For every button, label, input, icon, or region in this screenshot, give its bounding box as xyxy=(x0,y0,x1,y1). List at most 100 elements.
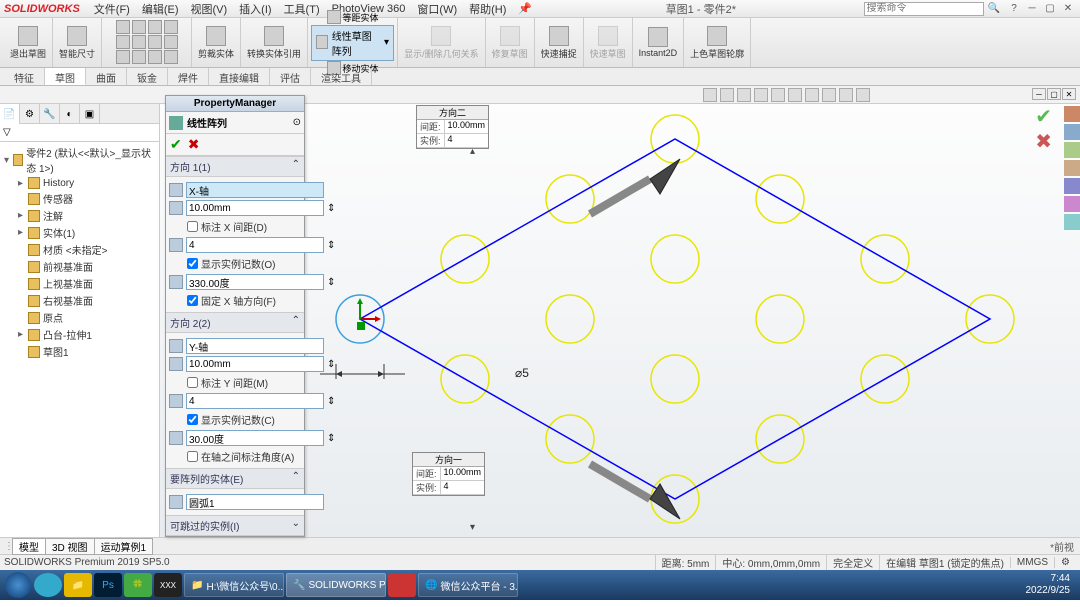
d1-angle-input[interactable] xyxy=(186,274,324,290)
tab-3dview[interactable]: 3D 视图 xyxy=(45,538,95,555)
spinner-icon[interactable]: ⇕ xyxy=(327,240,335,251)
appearances-tab-icon[interactable] xyxy=(1064,178,1080,194)
tree-item[interactable]: ▸History xyxy=(16,176,157,190)
d1-spacing-input[interactable] xyxy=(186,200,324,216)
spinner-icon[interactable]: ⇕ xyxy=(327,396,335,407)
d2-show-checkbox[interactable] xyxy=(187,414,198,425)
status-units[interactable]: MMGS xyxy=(1010,557,1054,568)
menu-window[interactable]: 窗口(W) xyxy=(411,1,463,17)
tab-surfaces[interactable]: 曲面 xyxy=(86,68,127,85)
convert-button[interactable]: 转换实体引用 xyxy=(244,25,304,61)
tree-tab-property-icon[interactable]: ⚙ xyxy=(20,104,40,124)
forum-tab-icon[interactable] xyxy=(1064,214,1080,230)
exit-sketch-button[interactable]: 退出草图 xyxy=(7,25,49,61)
tab-render[interactable]: 渲染工具 xyxy=(311,68,372,85)
menu-file[interactable]: 文件(F) xyxy=(88,1,136,17)
tab-evaluate[interactable]: 评估 xyxy=(270,68,311,85)
taskbar-clock[interactable]: 7:442022/9/25 xyxy=(1020,573,1077,597)
taskbar-task[interactable]: 📁 H:\微信公众号\0... xyxy=(184,573,284,597)
plane-tool-icon[interactable] xyxy=(164,50,178,64)
menu-edit[interactable]: 编辑(E) xyxy=(136,1,185,17)
section-view-icon[interactable] xyxy=(754,88,768,102)
tree-item[interactable]: ▸凸台-拉伸1 xyxy=(16,326,157,343)
d2-axis-input[interactable] xyxy=(186,338,324,354)
taskbar-task[interactable]: 🌐 微信公众平台 - 3... xyxy=(418,573,518,597)
tree-item[interactable]: 前视基准面 xyxy=(16,258,157,275)
close-icon[interactable]: ✕ xyxy=(1060,2,1076,16)
zoom-fit-icon[interactable] xyxy=(703,88,717,102)
rect-tool-icon[interactable] xyxy=(116,35,130,49)
custom-props-tab-icon[interactable] xyxy=(1064,196,1080,212)
tab-weldments[interactable]: 焊件 xyxy=(168,68,209,85)
line-tool-icon[interactable] xyxy=(116,20,130,34)
tree-item[interactable]: 传感器 xyxy=(16,190,157,207)
menu-tools[interactable]: 工具(T) xyxy=(278,1,326,17)
ellipse-tool-icon[interactable] xyxy=(148,35,162,49)
doc-close-icon[interactable]: ✕ xyxy=(1062,88,1076,100)
menu-help[interactable]: 帮助(H) xyxy=(463,1,512,17)
search-input[interactable] xyxy=(864,2,984,16)
spinner-icon[interactable]: ⇕ xyxy=(327,359,335,370)
d1-show-checkbox[interactable] xyxy=(187,258,198,269)
linear-pattern-dropdown[interactable]: 线性草图阵列▾ xyxy=(311,25,394,61)
taskbar-app-icon[interactable]: XXX xyxy=(154,573,182,597)
cancel-sketch-icon[interactable]: ✖ xyxy=(1035,129,1052,154)
resources-tab-icon[interactable] xyxy=(1064,106,1080,122)
tab-motion[interactable]: 运动算例1 xyxy=(94,538,154,555)
tab-direct-edit[interactable]: 直接编辑 xyxy=(209,68,270,85)
direction-2-callout[interactable]: 方向二 间距:10.00mm 实例:4 xyxy=(416,105,489,149)
tree-item[interactable]: ▸注解 xyxy=(16,207,157,224)
spinner-icon[interactable]: ⇕ xyxy=(327,203,335,214)
tab-model[interactable]: 模型 xyxy=(12,538,46,555)
prev-view-icon[interactable] xyxy=(737,88,751,102)
taskbar-app-icon[interactable] xyxy=(34,573,62,597)
taskbar-app-icon[interactable] xyxy=(388,573,416,597)
direction-icon[interactable] xyxy=(169,339,183,353)
taskbar-app-icon[interactable]: 🍀 xyxy=(124,573,152,597)
entities-input[interactable] xyxy=(186,494,324,510)
pm-pushpin-icon[interactable]: ⊙ xyxy=(293,117,301,128)
shaded-contour-button[interactable]: 上色草图轮廓 xyxy=(687,25,747,61)
direction-icon[interactable] xyxy=(169,183,183,197)
start-button[interactable] xyxy=(4,573,32,597)
file-explorer-tab-icon[interactable] xyxy=(1064,142,1080,158)
tree-item[interactable]: 原点 xyxy=(16,309,157,326)
d1-count-input[interactable] xyxy=(186,237,324,253)
spinner-icon[interactable]: ⇕ xyxy=(327,277,335,288)
view-orient-icon[interactable] xyxy=(771,88,785,102)
quick-snap-button[interactable]: 快速捕捉 xyxy=(538,25,580,61)
collapse-icon[interactable]: ⌃ xyxy=(292,159,300,174)
status-settings-icon[interactable]: ⚙ xyxy=(1054,557,1076,568)
fillet-tool-icon[interactable] xyxy=(132,50,146,64)
d1-axis-input[interactable] xyxy=(186,182,324,198)
d2-rotate-checkbox[interactable] xyxy=(187,451,198,462)
tab-sheetmetal[interactable]: 钣金 xyxy=(127,68,168,85)
point-tool-icon[interactable] xyxy=(164,35,178,49)
filter-icon[interactable]: ▽ xyxy=(3,127,11,138)
maximize-icon[interactable]: ▢ xyxy=(1042,2,1058,16)
d2-dim-checkbox[interactable] xyxy=(187,377,198,388)
spline-tool-icon[interactable] xyxy=(148,20,162,34)
tree-item[interactable]: 材质 <未指定> xyxy=(16,241,157,258)
taskbar-app-icon[interactable]: 📁 xyxy=(64,573,92,597)
search-icon[interactable]: 🔍 xyxy=(988,3,1000,14)
trim-button[interactable]: 剪裁实体 xyxy=(195,25,237,61)
text-tool-icon[interactable] xyxy=(148,50,162,64)
spinner-icon[interactable]: ⇕ xyxy=(327,433,335,444)
tree-item[interactable]: 草图1 xyxy=(16,343,157,360)
polygon-tool-icon[interactable] xyxy=(116,50,130,64)
tree-item[interactable]: 上视基准面 xyxy=(16,275,157,292)
display-style-icon[interactable] xyxy=(788,88,802,102)
tree-tab-config-icon[interactable]: 🔧 xyxy=(40,104,60,124)
hide-show-icon[interactable] xyxy=(805,88,819,102)
d2-spacing-input[interactable] xyxy=(186,356,324,372)
d1-fix-checkbox[interactable] xyxy=(187,295,198,306)
doc-restore-icon[interactable]: ▢ xyxy=(1047,88,1061,100)
menu-view[interactable]: 视图(V) xyxy=(185,1,234,17)
tree-tab-display-icon[interactable]: ◐ xyxy=(60,104,80,124)
tree-root[interactable]: ▾零件2 (默认<<默认>_显示状态 1>) xyxy=(2,144,157,176)
view-settings-icon[interactable] xyxy=(856,88,870,102)
taskbar-ps-icon[interactable]: Ps xyxy=(94,573,122,597)
menu-insert[interactable]: 插入(I) xyxy=(233,1,277,17)
pm-ok-button[interactable]: ✔ xyxy=(170,136,182,153)
